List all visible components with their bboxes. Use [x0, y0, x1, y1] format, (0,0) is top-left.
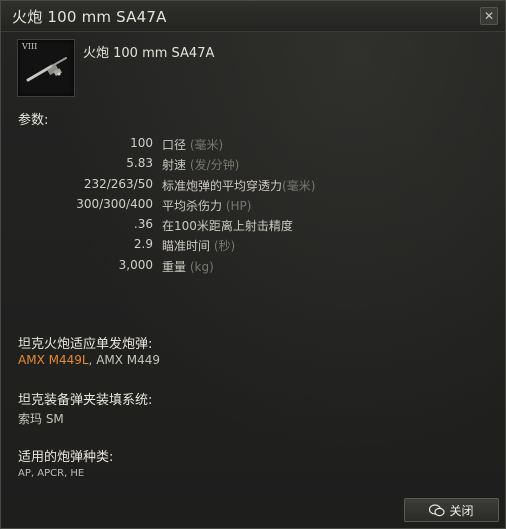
param-label: 射速 (发/分钟) — [162, 158, 240, 172]
ammo-heading: 适用的炮弹种类: — [18, 450, 114, 465]
autoloader-tank-list: 索玛 SM — [18, 412, 64, 426]
param-label: 重量 (kg) — [162, 260, 214, 274]
tank-link[interactable]: AMX M449L — [18, 353, 89, 367]
param-label: 标准炮弹的平均穿透力(毫米) — [162, 179, 316, 193]
module-info-window: 火炮 100 mm SA47A ✕ VIII 火炮 100 mm SA47A 参… — [0, 0, 506, 529]
param-value: 2.9 — [133, 237, 153, 251]
single-shot-heading: 坦克火炮适应单发炮弹: — [18, 337, 153, 352]
param-label: 瞄准时间 (秒) — [162, 239, 236, 253]
close-button[interactable]: ✕ — [480, 7, 498, 25]
param-value: 300/300/400 — [76, 197, 153, 211]
module-name: 火炮 100 mm SA47A — [83, 46, 215, 61]
gun-icon — [26, 57, 67, 82]
title-bar: 火炮 100 mm SA47A ✕ — [1, 1, 505, 32]
params-heading: 参数: — [18, 113, 49, 128]
window-title: 火炮 100 mm SA47A — [12, 8, 167, 26]
single-shot-tank-list: AMX M449L, AMX M449 — [18, 353, 161, 367]
param-value: 5.83 — [126, 156, 153, 170]
param-row-rate-of-fire: 5.83 射速 (发/分钟) — [1, 156, 505, 174]
param-label: 平均杀伤力 (HP) — [162, 199, 252, 213]
autoloader-heading: 坦克装备弹夹装填系统: — [18, 393, 153, 408]
param-value: .36 — [133, 217, 153, 231]
param-value: 100 — [130, 136, 153, 150]
param-label: 口径 (毫米) — [162, 138, 224, 152]
param-label: 在100米距离上射击精度 — [162, 219, 293, 233]
param-row-accuracy: .36 在100米距离上射击精度 — [1, 217, 505, 235]
param-row-damage: 300/300/400 平均杀伤力 (HP) — [1, 197, 505, 215]
param-row-aim-time: 2.9 瞄准时间 (秒) — [1, 237, 505, 255]
close-icon: ✕ — [483, 9, 495, 23]
tank-link[interactable]: AMX M449 — [96, 353, 160, 367]
close-window-label: 关闭 — [449, 504, 474, 518]
wechat-icon — [429, 504, 446, 517]
param-row-caliber: 100 口径 (毫米) — [1, 136, 505, 154]
param-row-penetration: 232/263/50 标准炮弹的平均穿透力(毫米) — [1, 177, 505, 195]
module-icon: VIII — [17, 39, 75, 97]
param-row-weight: 3,000 重量 (kg) — [1, 258, 505, 276]
tier-badge: VIII — [22, 42, 38, 51]
param-value: 3,000 — [118, 258, 153, 272]
close-window-button[interactable]: 关闭 — [404, 498, 499, 522]
ammo-types: AP, APCR, HE — [18, 468, 85, 479]
param-value: 232/263/50 — [83, 177, 153, 191]
